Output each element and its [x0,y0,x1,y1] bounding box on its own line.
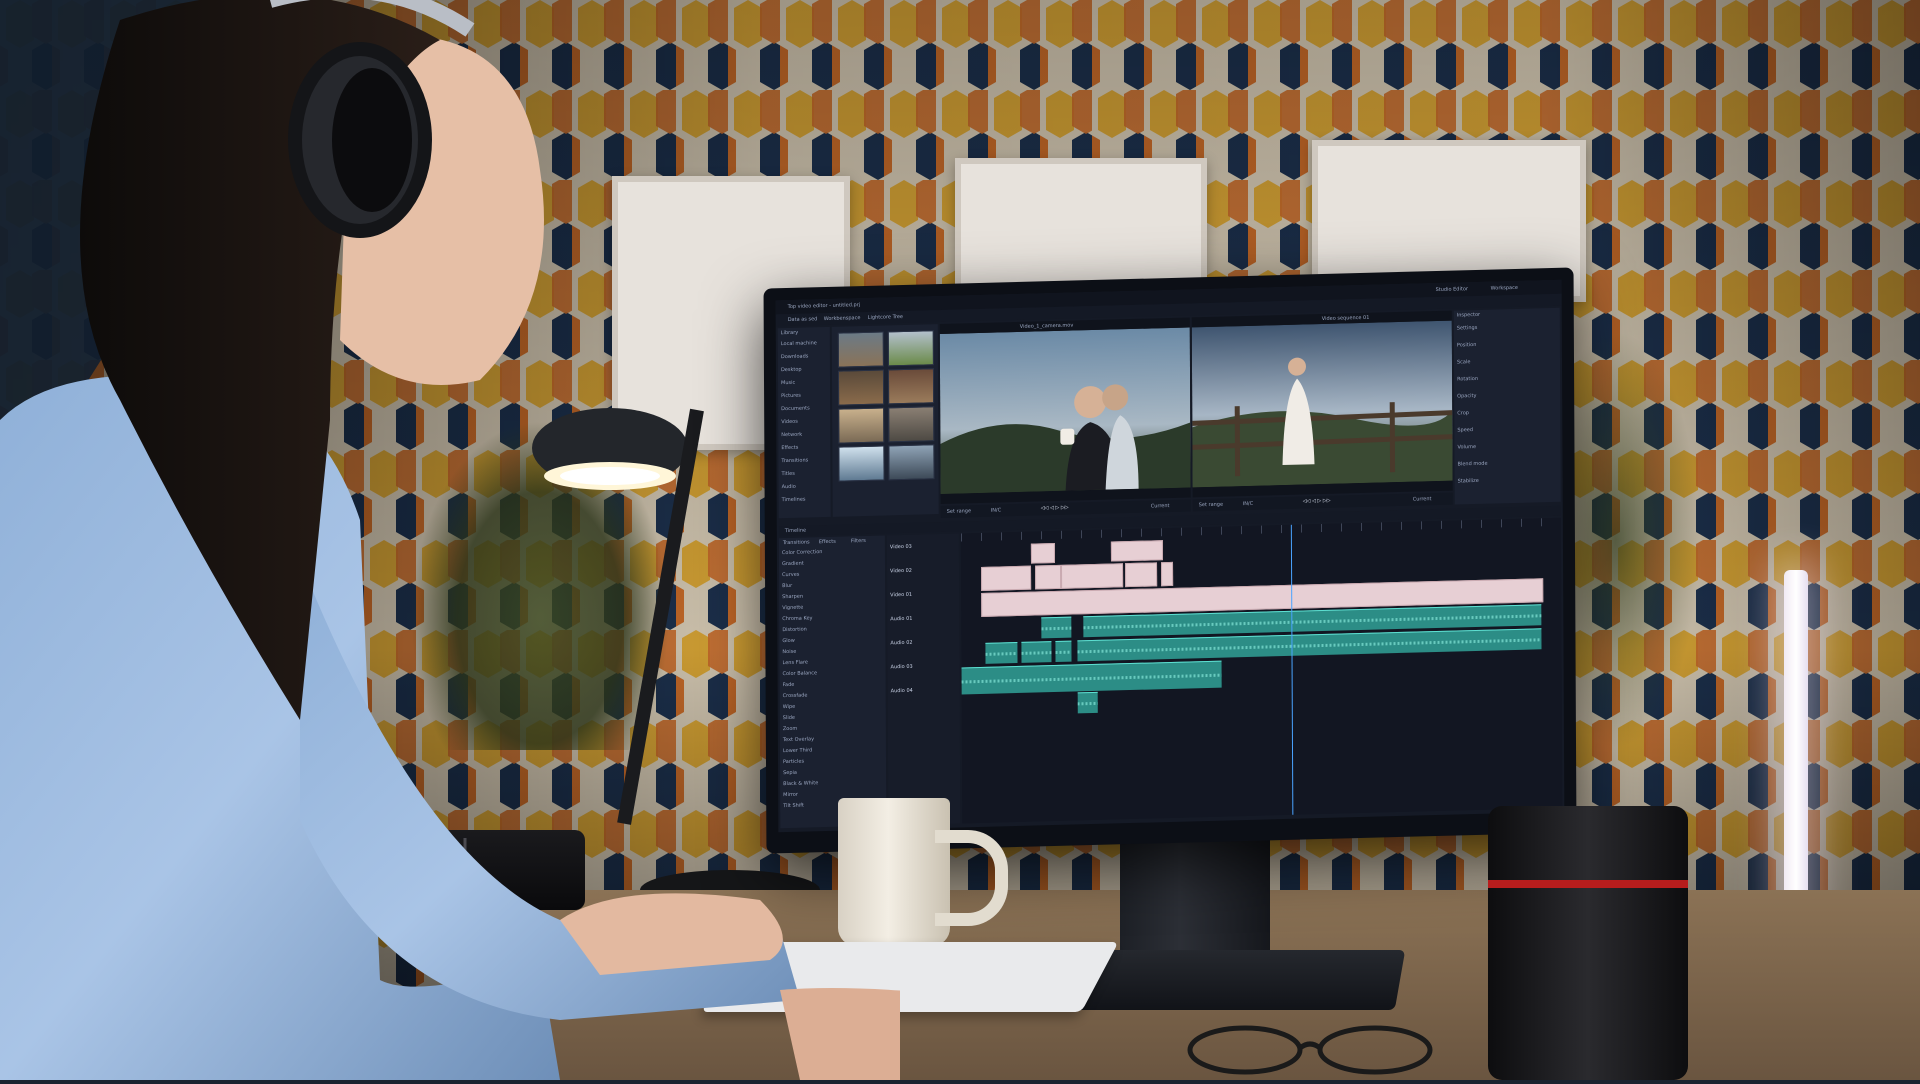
inspector-item-9[interactable]: Stabilize [1455,471,1561,491]
video-clip[interactable] [1061,563,1123,589]
mug-handle [935,830,1008,926]
header-right-1[interactable]: Workspace [1491,285,1518,292]
video-clip[interactable] [1111,540,1163,561]
camera-lens [1488,806,1688,1080]
audio-clip[interactable] [985,642,1017,664]
person-editing [0,0,900,1080]
video-clip[interactable] [981,566,1031,591]
set-range-button[interactable]: Set range [947,508,971,515]
program-viewer: Video sequence 01 [1192,311,1453,498]
playhead[interactable] [1291,525,1294,815]
video-clip[interactable] [1125,562,1157,587]
video-clip[interactable] [1035,565,1061,590]
source-viewer-title: Video_1_camera.mov [1020,323,1074,330]
playback-controls[interactable]: ◁◁ ◁ ▷ ▷▷ [1303,498,1331,505]
audio-clip[interactable] [1055,641,1071,662]
current-button[interactable]: Current [1413,496,1432,502]
audio-clip[interactable] [962,661,1222,695]
audio-clip[interactable] [1078,692,1098,714]
eyeglasses [1185,1020,1445,1080]
program-viewer-title: Video sequence 01 [1322,315,1370,322]
video-clip[interactable] [1161,562,1173,586]
lens-red-ring [1488,880,1688,888]
plant [1560,330,1700,750]
audio-clip[interactable] [1041,617,1071,639]
program-video-frame[interactable] [1192,321,1453,488]
source-video-frame[interactable] [940,327,1191,494]
video-clip[interactable] [1031,543,1055,564]
in-marker[interactable]: IN/C [1243,501,1253,507]
source-viewer: Video_1_camera.mov [940,317,1191,504]
header-right-0[interactable]: Studio Editor [1436,286,1468,293]
playback-controls[interactable]: ◁◁ ◁ ▷ ▷▷ [1041,505,1069,512]
inspector-panel: Inspector SettingsPositionScaleRotationO… [1454,308,1561,505]
set-range-button[interactable]: Set range [1199,502,1223,509]
in-marker[interactable]: IN/C [991,507,1001,513]
inspector-list: SettingsPositionScaleRotationOpacityCrop… [1454,318,1561,491]
timeline-area[interactable] [961,518,1563,824]
current-button[interactable]: Current [1151,503,1170,509]
audio-clip[interactable] [1021,641,1051,663]
